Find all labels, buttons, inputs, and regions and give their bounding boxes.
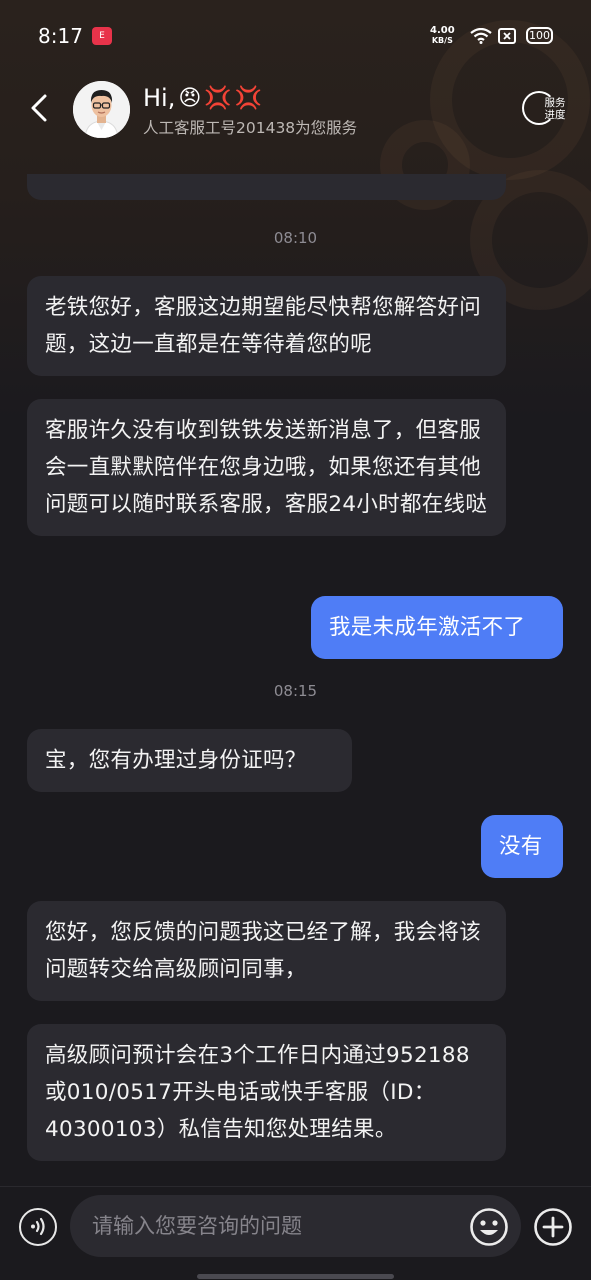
network-speed-value: 4.00 (430, 25, 455, 36)
incoming-message[interactable]: 宝，您有办理过身份证吗？ (27, 729, 352, 792)
agent-greeting: Hi, 😠 💢 💢 (143, 84, 262, 112)
status-bar: 8:17 E 4.00 KB/S 100 (0, 0, 591, 70)
anger-symbol-emoji: 💢 (234, 85, 263, 111)
anger-symbol-emoji: 💢 (204, 85, 232, 111)
message-timestamp: 08:15 (273, 682, 318, 700)
plus-icon (534, 1208, 572, 1246)
network-speed: 4.00 KB/S (430, 26, 455, 46)
home-indicator[interactable] (197, 1274, 394, 1279)
service-progress-button[interactable]: 服务 进度 (522, 91, 568, 127)
message-timestamp: 08:10 (273, 229, 318, 247)
battery-indicator: 100 (526, 27, 553, 44)
emoji-button[interactable] (469, 1207, 509, 1247)
voice-icon (31, 1217, 45, 1236)
incoming-message[interactable]: 高级顾问预计会在3个工作日内通过952188或010/0517开头电话或快手客服… (27, 1024, 506, 1161)
agent-subtitle: 人工客服工号201438为您服务 (143, 119, 358, 137)
more-options-button[interactable] (533, 1207, 573, 1247)
network-speed-unit: KB/S (431, 36, 453, 45)
angry-face-emoji: 😠 (178, 85, 202, 111)
emoji-icon (470, 1208, 508, 1246)
input-bar (0, 1186, 591, 1280)
voice-button[interactable] (19, 1208, 57, 1246)
status-time: 8:17 (38, 24, 83, 48)
sim-icon (498, 28, 516, 48)
app-notification-badge: E (92, 27, 112, 45)
greeting-text: Hi, (143, 84, 176, 112)
chevron-left-icon (31, 94, 47, 122)
wifi-icon (470, 27, 492, 48)
previous-message-bubble (27, 174, 506, 200)
incoming-message[interactable]: 老铁您好，客服这边期望能尽快帮您解答好问题，这边一直都是在等待着您的呢 (27, 276, 506, 376)
incoming-message[interactable]: 客服许久没有收到铁铁发送新消息了，但客服会一直默默陪伴在您身边哦，如果您还有其他… (27, 399, 506, 536)
outgoing-message[interactable]: 我是未成年激活不了 (311, 596, 563, 659)
outgoing-message[interactable]: 没有 (481, 815, 563, 878)
service-progress-label: 服务 进度 (544, 97, 566, 121)
agent-avatar[interactable] (73, 81, 130, 138)
incoming-message[interactable]: 您好，您反馈的问题我这已经了解，我会将该问题转交给高级顾问同事， (27, 901, 506, 1001)
back-button[interactable] (26, 92, 56, 124)
message-input[interactable] (70, 1195, 521, 1257)
